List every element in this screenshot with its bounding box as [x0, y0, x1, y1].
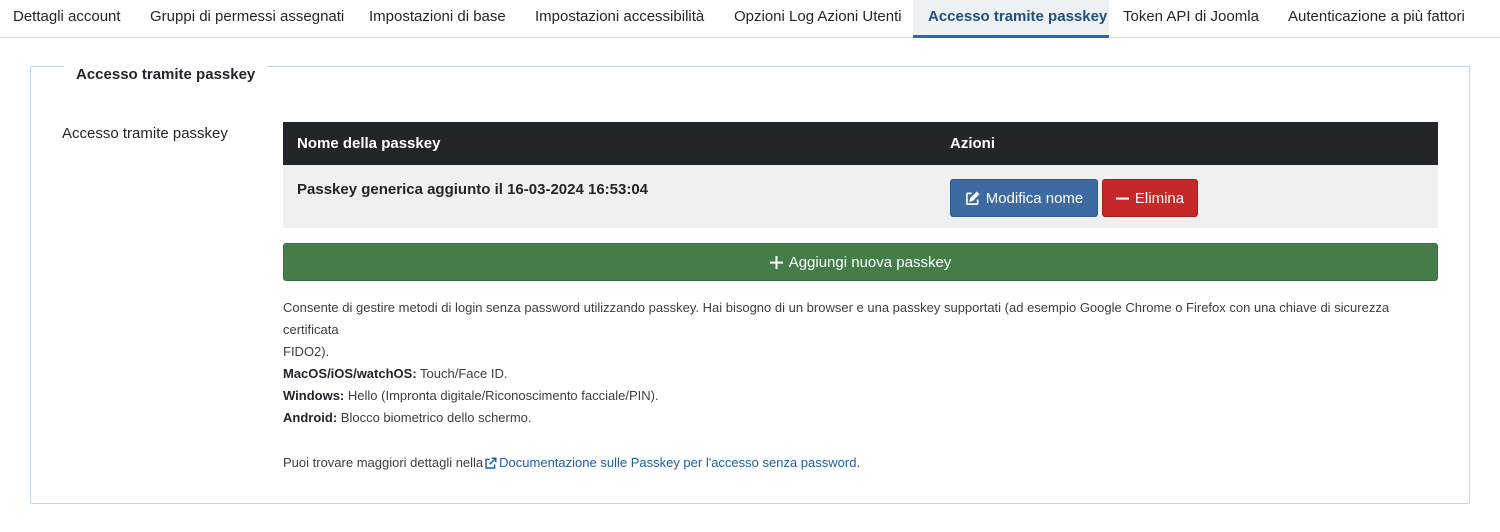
tab-opzioni-log[interactable]: Opzioni Log Azioni Utenti: [734, 0, 902, 38]
passkey-table-header: Nome della passkey Azioni: [283, 122, 1438, 165]
tab-accesso-passkey[interactable]: Accesso tramite passkey: [913, 0, 1109, 38]
delete-button[interactable]: Elimina: [1102, 179, 1198, 217]
tab-token-api[interactable]: Token API di Joomla: [1123, 0, 1259, 38]
tab-autenticazione-mfa[interactable]: Autenticazione a più fattori: [1288, 0, 1465, 38]
more-details: Puoi trovare maggiori dettagli nella Doc…: [283, 452, 860, 474]
description-line-2: FIDO2).: [283, 344, 330, 359]
tab-impostazioni-accessibilita[interactable]: Impostazioni accessibilità: [535, 0, 704, 38]
edit-name-label: Modifica nome: [985, 189, 1084, 207]
description-line-1: Consente di gestire metodi di login senz…: [283, 300, 1390, 337]
edit-name-button[interactable]: Modifica nome: [950, 179, 1098, 217]
column-header-name: Nome della passkey: [297, 135, 441, 152]
tab-dettagli-account[interactable]: Dettagli account: [13, 0, 121, 38]
add-passkey-label: Aggiungi nuova passkey: [788, 253, 952, 271]
plus-icon: [769, 255, 783, 269]
fieldset-legend: Accesso tramite passkey: [64, 66, 268, 83]
tab-impostazioni-base[interactable]: Impostazioni di base: [369, 0, 506, 38]
field-label: Accesso tramite passkey: [62, 125, 228, 142]
more-details-suffix: .: [856, 455, 861, 470]
minus-icon: [1115, 192, 1129, 205]
tab-bar: Dettagli account Gruppi di permessi asse…: [0, 0, 1500, 38]
platform-android: Android: Blocco biometrico dello schermo…: [283, 410, 532, 425]
platform-list: MacOS/iOS/watchOS: Touch/Face ID. Window…: [283, 363, 659, 429]
more-details-prefix: Puoi trovare maggiori dettagli nella: [283, 455, 484, 470]
description-text: Consente di gestire metodi di login senz…: [283, 297, 1443, 363]
add-passkey-button[interactable]: Aggiungi nuova passkey: [283, 243, 1438, 281]
edit-icon: [965, 190, 980, 206]
passkey-docs-link[interactable]: Documentazione sulle Passkey per l'acces…: [499, 452, 856, 474]
passkey-name: Passkey generica aggiunto il 16-03-2024 …: [297, 181, 649, 198]
tab-gruppi-permessi[interactable]: Gruppi di permessi assegnati: [150, 0, 344, 38]
platform-macos: MacOS/iOS/watchOS: Touch/Face ID.: [283, 366, 508, 381]
table-row: Passkey generica aggiunto il 16-03-2024 …: [283, 165, 1438, 228]
delete-label: Elimina: [1134, 189, 1185, 207]
external-link-icon: [484, 456, 497, 470]
column-header-actions: Azioni: [950, 135, 995, 152]
platform-windows: Windows: Hello (Impronta digitale/Ricono…: [283, 388, 659, 403]
